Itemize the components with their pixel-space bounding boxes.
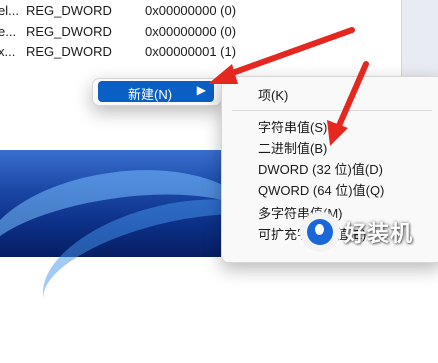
watermark-text: 好装机 — [344, 221, 414, 246]
annotation-arrow-to-new — [208, 27, 355, 84]
watermark-logo-icon — [300, 212, 340, 252]
annotation-arrow-to-binary — [327, 61, 369, 146]
watermark: 好装机 — [300, 208, 438, 254]
